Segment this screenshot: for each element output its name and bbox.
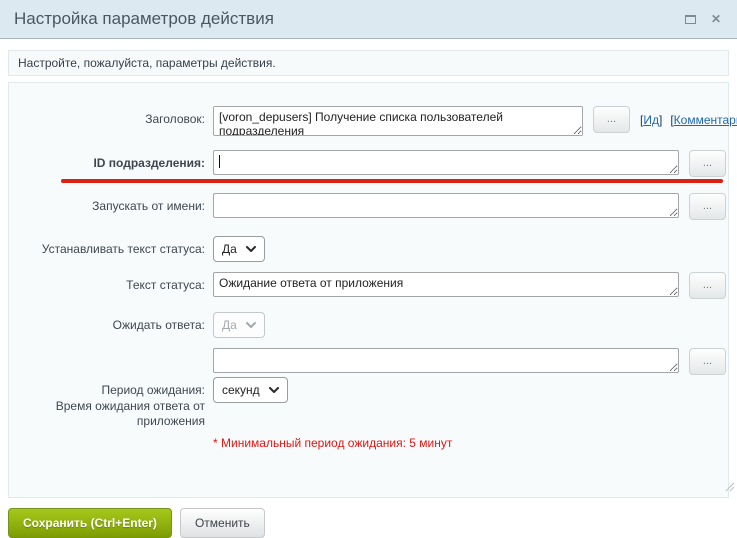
chevron-down-icon: [268, 387, 279, 393]
title-input[interactable]: [voron_depusers] Получение списка пользо…: [213, 106, 583, 136]
maximize-icon[interactable]: [684, 14, 696, 24]
row-wait-answer: Ожидать ответа: Да: [9, 312, 728, 338]
row-title: Заголовок: [voron_depusers] Получение сп…: [9, 106, 737, 136]
status-text-more-button[interactable]: ...: [689, 272, 726, 299]
wait-answer-label: Ожидать ответа:: [112, 318, 205, 332]
department-id-label: ID подразделения:: [93, 156, 205, 170]
cancel-button[interactable]: Отменить: [179, 507, 265, 538]
set-status-text-select[interactable]: Да: [213, 236, 265, 262]
row-warning: * Минимальный период ожидания: 5 минут: [9, 430, 728, 450]
run-as-label: Запускать от имени:: [92, 199, 205, 213]
row-set-status-text: Устанавливать текст статуса: Да: [9, 236, 728, 262]
empty-label: [9, 430, 205, 436]
status-text-label: Текст статуса:: [126, 278, 205, 292]
dialog-titlebar: Настройка параметров действия ✕: [0, 0, 737, 39]
dialog-title: Настройка параметров действия: [14, 9, 274, 28]
wait-period-input[interactable]: [213, 348, 679, 373]
empty-label: [9, 348, 205, 354]
set-status-text-label: Устанавливать текст статуса:: [41, 242, 205, 256]
row-department-id: ID подразделения: ...: [9, 150, 728, 177]
department-id-more-button[interactable]: ...: [689, 150, 726, 177]
comment-link[interactable]: [Комментарий]: [670, 113, 737, 127]
row-period-unit: Период ожидания: Время ожидания ответа о…: [9, 377, 728, 430]
wait-period-more-button[interactable]: ...: [689, 348, 726, 375]
status-text-input[interactable]: Ожидание ответа от приложения: [213, 272, 679, 297]
wait-period-label: Период ожидания: Время ожидания ответа о…: [9, 377, 205, 430]
wait-answer-select: Да: [213, 312, 265, 338]
notice-bar: Настройте, пожалуйста, параметры действи…: [8, 50, 729, 76]
dialog-window: Настройка параметров действия ✕ Настройт…: [0, 0, 737, 538]
wait-period-label-line1: Период ожидания:: [101, 383, 205, 397]
resize-grip[interactable]: [723, 479, 735, 497]
chevron-down-icon: [245, 322, 256, 328]
id-link[interactable]: [Ид]: [640, 113, 662, 127]
close-icon[interactable]: ✕: [711, 13, 721, 25]
dialog-footer: Сохранить (Ctrl+Enter) Отменить: [8, 507, 729, 538]
title-links: [Ид] [Комментарий]: [640, 106, 737, 127]
wait-period-unit-value: секунд: [222, 383, 260, 397]
text-caret: [219, 155, 220, 168]
id-link-label[interactable]: Ид: [643, 113, 659, 127]
run-as-input[interactable]: [213, 193, 679, 218]
row-period-value: ...: [9, 348, 728, 375]
notice-text: Настройте, пожалуйста, параметры действи…: [18, 56, 276, 70]
min-period-warning: * Минимальный период ожидания: 5 минут: [213, 435, 453, 450]
set-status-text-value: Да: [222, 242, 237, 256]
bracket: ]: [658, 113, 663, 127]
highlight-underline: [61, 179, 723, 183]
chevron-down-icon: [245, 246, 256, 252]
row-status-text: Текст статуса: Ожидание ответа от прилож…: [9, 272, 728, 299]
wait-answer-value: Да: [222, 318, 237, 332]
wait-period-unit-select[interactable]: секунд: [213, 377, 288, 403]
run-as-more-button[interactable]: ...: [689, 193, 726, 220]
parameters-form: Заголовок: [voron_depusers] Получение сп…: [8, 82, 737, 498]
department-id-input[interactable]: [213, 150, 679, 175]
title-label: Заголовок:: [145, 112, 205, 126]
row-run-as: Запускать от имени: ...: [9, 193, 728, 220]
wait-period-label-line2: Время ожидания ответа от приложения: [55, 398, 205, 429]
title-more-button[interactable]: ...: [593, 106, 630, 133]
comment-link-label[interactable]: Комментарий: [674, 113, 737, 127]
save-button[interactable]: Сохранить (Ctrl+Enter): [8, 507, 172, 538]
